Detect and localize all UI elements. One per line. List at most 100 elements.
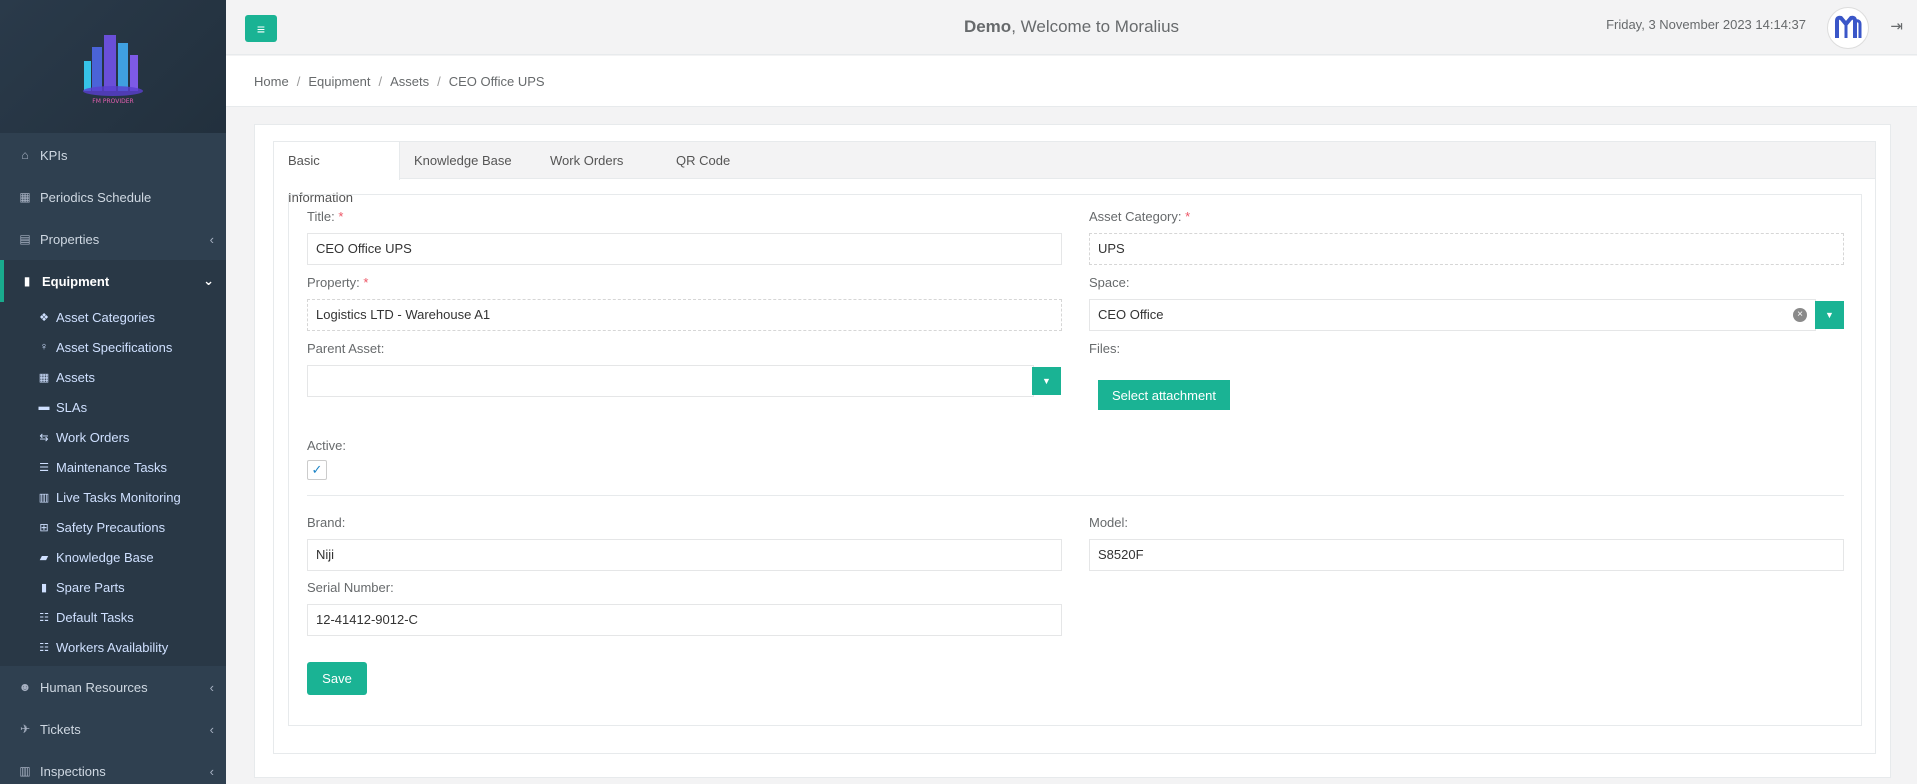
sidebar-item-label: Equipment bbox=[42, 273, 110, 289]
space-dropdown-button[interactable]: ▼ bbox=[1815, 301, 1844, 329]
ticket-icon: ✈ bbox=[19, 722, 31, 736]
parent-asset-dropdown-button[interactable]: ▼ bbox=[1032, 367, 1061, 395]
sidebar-subitem-label: Assets bbox=[56, 369, 96, 385]
parent-asset-select[interactable] bbox=[307, 365, 1034, 397]
clear-icon[interactable]: × bbox=[1793, 308, 1807, 322]
brand-input[interactable]: Niji bbox=[307, 539, 1062, 571]
calendar-icon: ▦ bbox=[19, 190, 31, 204]
welcome-text: , Welcome to Moralius bbox=[1011, 17, 1180, 36]
tab-work-orders[interactable]: Work Orders bbox=[536, 142, 637, 179]
tab-basic-information[interactable]: Basic Information bbox=[274, 142, 400, 205]
active-checkbox[interactable]: ✓ bbox=[307, 460, 327, 480]
tab-qr-code[interactable]: QR Code bbox=[662, 142, 744, 179]
building-icon: ▤ bbox=[19, 232, 31, 246]
property-label-text: Property: bbox=[307, 275, 360, 290]
truck-icon: ▬ bbox=[38, 401, 50, 413]
sidebar-subitem-workers-availability[interactable]: ☷ Workers Availability bbox=[0, 632, 226, 662]
sidebar-item-human-resources[interactable]: ☻ Human Resources ‹ bbox=[0, 666, 226, 708]
breadcrumb-equipment[interactable]: Equipment bbox=[308, 74, 370, 89]
sidebar-item-label: Properties bbox=[40, 231, 100, 247]
list-ol-icon: ☷ bbox=[39, 641, 49, 654]
sidebar-subitem-default-tasks[interactable]: ☷ Default Tasks bbox=[0, 602, 226, 632]
sidebar-subitem-label: Maintenance Tasks bbox=[56, 459, 168, 475]
tabs-container: Basic Information Knowledge Base Work Or… bbox=[273, 141, 1876, 754]
breadcrumb-current: CEO Office UPS bbox=[448, 73, 545, 89]
sidebar-item-inspections[interactable]: ▥ Inspections ‹ bbox=[0, 750, 226, 784]
asset-category-label: Asset Category: * bbox=[1089, 209, 1190, 224]
users-icon: ☻ bbox=[18, 680, 32, 694]
sidebar-subitem-knowledge-base[interactable]: ▰ Knowledge Base bbox=[0, 542, 226, 572]
sidebar-subitem-spare-parts[interactable]: ▮ Spare Parts bbox=[0, 572, 226, 602]
divider bbox=[307, 495, 1844, 496]
sidebar-subitem-label: SLAs bbox=[56, 399, 88, 415]
logo-text: FM PROVIDER bbox=[92, 98, 133, 105]
select-attachment-button[interactable]: Select attachment bbox=[1098, 380, 1230, 410]
sidebar-subitem-safety-precautions[interactable]: ⊞ Safety Precautions bbox=[0, 512, 226, 542]
caret-down-icon: ▼ bbox=[1825, 310, 1834, 320]
sidebar-subitem-work-orders[interactable]: ⇆ Work Orders bbox=[0, 422, 226, 452]
checkmark-icon: ✓ bbox=[311, 462, 323, 477]
sidebar-subitem-assets[interactable]: ▦ Assets bbox=[0, 362, 226, 392]
brand-label: Brand: bbox=[307, 515, 346, 530]
title-label: Title: * bbox=[307, 209, 343, 224]
cubes-icon: ❖ bbox=[39, 311, 49, 324]
serial-number-input[interactable]: 12-41412-9012-C bbox=[307, 604, 1062, 636]
property-field[interactable]: Logistics LTD - Warehouse A1 bbox=[307, 299, 1062, 331]
breadcrumb-assets[interactable]: Assets bbox=[390, 74, 429, 89]
breadcrumb-separator: / bbox=[378, 73, 383, 89]
sidebar-subitem-slas[interactable]: ▬ SLAs bbox=[0, 392, 226, 422]
sidebar-subitem-asset-specifications[interactable]: ♀ Asset Specifications bbox=[0, 332, 226, 362]
sidebar-subitem-asset-categories[interactable]: ❖ Asset Categories bbox=[0, 302, 226, 332]
sidebar-subitem-maintenance-tasks[interactable]: ☰ Maintenance Tasks bbox=[0, 452, 226, 482]
tab-bar: Basic Information Knowledge Base Work Or… bbox=[274, 142, 1875, 205]
book-icon: ▰ bbox=[39, 551, 49, 564]
title-input[interactable]: CEO Office UPS bbox=[307, 233, 1062, 265]
space-label: Space: bbox=[1089, 275, 1130, 290]
asset-category-label-text: Asset Category: bbox=[1089, 209, 1182, 224]
sidebar-subitem-label: Asset Specifications bbox=[56, 339, 173, 355]
sidebar: FM PROVIDER ⌂ KPIs ▦ Periodics Schedule … bbox=[0, 0, 226, 784]
sidebar-item-equipment[interactable]: ▮ Equipment ⌄ bbox=[0, 260, 226, 302]
avatar[interactable] bbox=[1827, 7, 1869, 49]
files-label: Files: bbox=[1089, 341, 1121, 356]
sidebar-item-kpis[interactable]: ⌂ KPIs bbox=[0, 134, 226, 176]
sidebar-item-label: Human Resources bbox=[40, 679, 148, 695]
active-label: Active: bbox=[307, 438, 347, 453]
map-icon: ▥ bbox=[19, 764, 31, 778]
asset-category-field[interactable]: UPS bbox=[1089, 233, 1844, 265]
sidebar-item-label: KPIs bbox=[40, 147, 68, 163]
save-button[interactable]: Save bbox=[307, 662, 367, 695]
logout-icon[interactable]: ⇥ bbox=[1890, 17, 1903, 35]
company-logo: FM PROVIDER bbox=[83, 34, 143, 105]
top-bar: ≡ Demo, Welcome to Moralius Friday, 3 No… bbox=[226, 0, 1917, 55]
tab-knowledge-base[interactable]: Knowledge Base bbox=[400, 142, 526, 179]
user-name: Demo bbox=[963, 17, 1012, 36]
list-icon: ☰ bbox=[39, 461, 49, 474]
equipment-submenu: ❖ Asset Categories ♀ Asset Specification… bbox=[0, 302, 226, 666]
sidebar-item-tickets[interactable]: ✈ Tickets ‹ bbox=[0, 708, 226, 750]
sidebar-subitem-label: Work Orders bbox=[56, 429, 130, 445]
lightbulb-icon: ♀ bbox=[39, 341, 49, 353]
breadcrumb: Home / Equipment / Assets / CEO Office U… bbox=[226, 56, 1917, 107]
parent-asset-label: Parent Asset: bbox=[307, 341, 385, 356]
device-icon: ▮ bbox=[23, 274, 31, 288]
breadcrumb-home[interactable]: Home bbox=[254, 74, 289, 89]
property-label: Property: * bbox=[307, 275, 368, 290]
exchange-icon: ⇆ bbox=[39, 431, 49, 444]
required-mark: * bbox=[338, 209, 344, 224]
sidebar-item-properties[interactable]: ▤ Properties ‹ bbox=[0, 218, 226, 260]
sidebar-item-label: Tickets bbox=[40, 721, 81, 737]
space-select[interactable]: CEO Office bbox=[1089, 299, 1816, 331]
sidebar-item-periodics-schedule[interactable]: ▦ Periodics Schedule bbox=[0, 176, 226, 218]
chevron-left-icon: ‹ bbox=[209, 679, 214, 695]
cylinder-icon: ▮ bbox=[40, 581, 48, 594]
caret-down-icon: ▼ bbox=[1042, 376, 1051, 386]
grid-icon: ▦ bbox=[38, 371, 50, 384]
logo-area: FM PROVIDER bbox=[0, 0, 226, 133]
model-input[interactable]: S8520F bbox=[1089, 539, 1844, 571]
model-label: Model: bbox=[1089, 515, 1129, 530]
chevron-left-icon: ‹ bbox=[209, 721, 214, 737]
sidebar-subitem-label: Asset Categories bbox=[56, 309, 155, 325]
sidebar-subitem-live-tasks-monitoring[interactable]: ▥ Live Tasks Monitoring bbox=[0, 482, 226, 512]
home-icon: ⌂ bbox=[21, 148, 29, 162]
